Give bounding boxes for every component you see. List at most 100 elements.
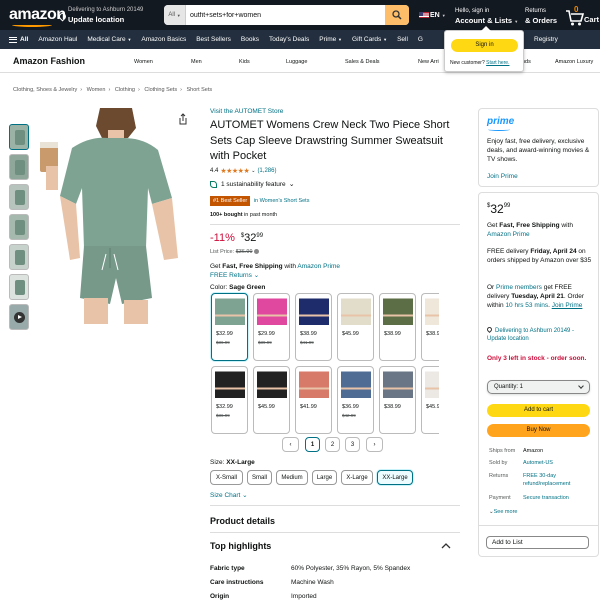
fashion-nav-sales-deals[interactable]: Sales & Deals	[345, 59, 380, 65]
sustainability-features[interactable]: 1 sustainability feature ⌄	[210, 180, 295, 188]
thumbnail-image[interactable]	[9, 274, 29, 300]
color-swatch[interactable]: $32.99 $36.99	[211, 293, 248, 361]
fashion-nav-kids[interactable]: Kids	[239, 59, 250, 65]
color-swatch[interactable]: $45.9	[421, 366, 439, 434]
nav-item-prime[interactable]: Prime ▼	[319, 36, 342, 43]
amazon-fashion-logo[interactable]: Amazon Fashion	[13, 56, 85, 66]
join-prime-link[interactable]: Join Prime	[487, 173, 518, 180]
search-input[interactable]	[186, 5, 385, 25]
size-option-x-small[interactable]: X-Small	[210, 470, 243, 485]
popover-signin-button[interactable]: Sign in	[451, 39, 518, 52]
nav-item-amazon-basics[interactable]: Amazon Basics	[141, 36, 186, 43]
color-swatch[interactable]: $38.99	[379, 366, 416, 434]
amazon-logo[interactable]: amazon	[9, 6, 66, 24]
add-to-cart-button[interactable]: Add to cart	[487, 404, 590, 417]
share-icon[interactable]	[177, 113, 189, 125]
nav-item-medical-care[interactable]: Medical Care ▼	[87, 36, 131, 43]
quantity-dropdown[interactable]: Quantity: 1	[487, 380, 590, 394]
thumbnail-image[interactable]	[9, 154, 29, 180]
secure-transaction-link[interactable]: Secure transaction	[523, 494, 569, 502]
nav-item-registry[interactable]: Registry	[534, 36, 558, 43]
thumbnail-image[interactable]	[9, 214, 29, 240]
main-product-image[interactable]	[32, 108, 198, 324]
returns-label: Returns	[489, 473, 509, 479]
nav-item-best-sellers[interactable]: Best Sellers	[196, 36, 231, 43]
see-more-link[interactable]: ⌄See more	[489, 509, 517, 515]
nav-all-menu[interactable]: All	[9, 36, 28, 43]
nav-item-books[interactable]: Books	[241, 36, 259, 43]
best-seller-category-link[interactable]: in Women's Short Sets	[254, 198, 310, 204]
fashion-nav-men[interactable]: Men	[191, 59, 202, 65]
prime-members-link[interactable]: Prime members	[496, 284, 542, 291]
color-swatch[interactable]: $29.99 $39.99	[253, 293, 290, 361]
breadcrumb-item[interactable]: Clothing, Shoes & Jewelry	[13, 87, 77, 93]
visit-store-link[interactable]: Visit the AUTOMET Store	[210, 108, 283, 115]
amazon-prime-link[interactable]: Amazon Prime	[297, 263, 340, 270]
swatch-page-2[interactable]: 2	[325, 437, 340, 452]
star-rating-icon[interactable]: ★★★★★	[220, 167, 249, 175]
nav-item-truncated[interactable]: G	[418, 36, 423, 43]
size-option-large[interactable]: Large	[312, 470, 337, 485]
color-swatch[interactable]: $45.99	[337, 293, 374, 361]
breadcrumb-item[interactable]: Clothing	[115, 87, 135, 93]
buybox-amazon-prime-link[interactable]: Amazon Prime	[487, 231, 530, 238]
info-icon[interactable]	[254, 249, 260, 255]
language-selector[interactable]: EN ▼	[419, 12, 446, 19]
buybox-join-prime-link[interactable]: Join Prime	[552, 302, 583, 309]
buybox-deliver-to[interactable]: Delivering to Ashburn 20149 - Update loc…	[485, 325, 595, 343]
chevron-down-icon[interactable]: ⌄	[251, 168, 255, 174]
nav-item-gift-cards[interactable]: Gift Cards ▼	[352, 36, 387, 43]
swatch-next-button[interactable]: ›	[366, 437, 383, 452]
caret-down-icon: ▼	[176, 12, 181, 18]
size-option-small[interactable]: Small	[247, 470, 272, 485]
add-to-list-button[interactable]: Add to List	[486, 536, 589, 549]
nav-item-todays-deals[interactable]: Today's Deals	[269, 36, 309, 43]
search-category-dropdown[interactable]: All ▼	[164, 5, 186, 25]
thumbnail-image[interactable]	[9, 124, 29, 150]
swatch-prev-button[interactable]: ‹	[282, 437, 299, 452]
thumbnail-image[interactable]	[9, 244, 29, 270]
color-swatch[interactable]: $41.99	[295, 366, 332, 434]
fashion-nav-luggage[interactable]: Luggage	[286, 59, 307, 65]
sold-by-link[interactable]: Automet-US	[523, 459, 553, 467]
chevron-up-icon[interactable]	[441, 542, 451, 550]
account-lists[interactable]: Hello, sign in Account & Lists ▼	[455, 7, 518, 26]
swatch-price: $32.99	[216, 404, 233, 410]
swatch-page-3[interactable]: 3	[345, 437, 360, 452]
search-button[interactable]	[385, 5, 409, 25]
stock-status: Only 3 left in stock - order soon.	[487, 355, 587, 362]
swatch-price: $29.99	[258, 331, 275, 337]
nav-item-amazon-haul[interactable]: Amazon Haul	[38, 36, 77, 43]
size-option-medium[interactable]: Medium	[276, 470, 308, 485]
color-swatch[interactable]: $45.99	[253, 366, 290, 434]
see-more-label: See more	[493, 509, 518, 515]
best-seller-badge[interactable]: #1 Best Seller	[210, 196, 251, 206]
size-option-xx-large[interactable]: XX-Large	[377, 470, 413, 485]
reviews-count-link[interactable]: (1,286)	[257, 168, 276, 174]
buy-now-button[interactable]: Buy Now	[487, 424, 590, 437]
size-chart-link[interactable]: Size Chart ⌄	[210, 491, 248, 499]
returns-policy-link[interactable]: FREE 30-day refund/replacement	[523, 472, 593, 488]
breadcrumb-item[interactable]: Clothing Sets	[144, 87, 177, 93]
color-swatch[interactable]: $38.99 $41.99	[295, 293, 332, 361]
top-highlights-heading[interactable]: Top highlights	[210, 541, 271, 551]
free-returns-link[interactable]: FREE Returns	[210, 272, 252, 279]
start-here-link[interactable]: Start here.	[486, 60, 509, 66]
color-swatch[interactable]: $32.99 $36.99	[211, 366, 248, 434]
size-option-x-large[interactable]: X-Large	[341, 470, 373, 485]
returns-orders[interactable]: Returns & Orders	[525, 7, 557, 25]
thumbnail-video[interactable]	[9, 304, 29, 330]
color-swatch[interactable]: $38.99	[379, 293, 416, 361]
thumbnail-image[interactable]	[9, 184, 29, 210]
nav-item-sell[interactable]: Sell	[397, 36, 408, 43]
deliver-to-location[interactable]: Delivering to Ashburn 20149 Update locat…	[57, 6, 143, 24]
fashion-nav-women[interactable]: Women	[134, 59, 153, 65]
breadcrumb-item[interactable]: Women	[87, 87, 106, 93]
color-swatch[interactable]: $36.99 $42.99	[337, 366, 374, 434]
price-fraction: 99	[256, 233, 264, 239]
fashion-nav-new-arrivals[interactable]: New Arri	[418, 59, 439, 65]
swatch-page-1[interactable]: 1	[305, 437, 320, 452]
color-swatch[interactable]: $38.9	[421, 293, 439, 361]
breadcrumb-item[interactable]: Short Sets	[186, 87, 212, 93]
fashion-nav-amazon-luxury[interactable]: Amazon Luxury	[555, 59, 593, 65]
